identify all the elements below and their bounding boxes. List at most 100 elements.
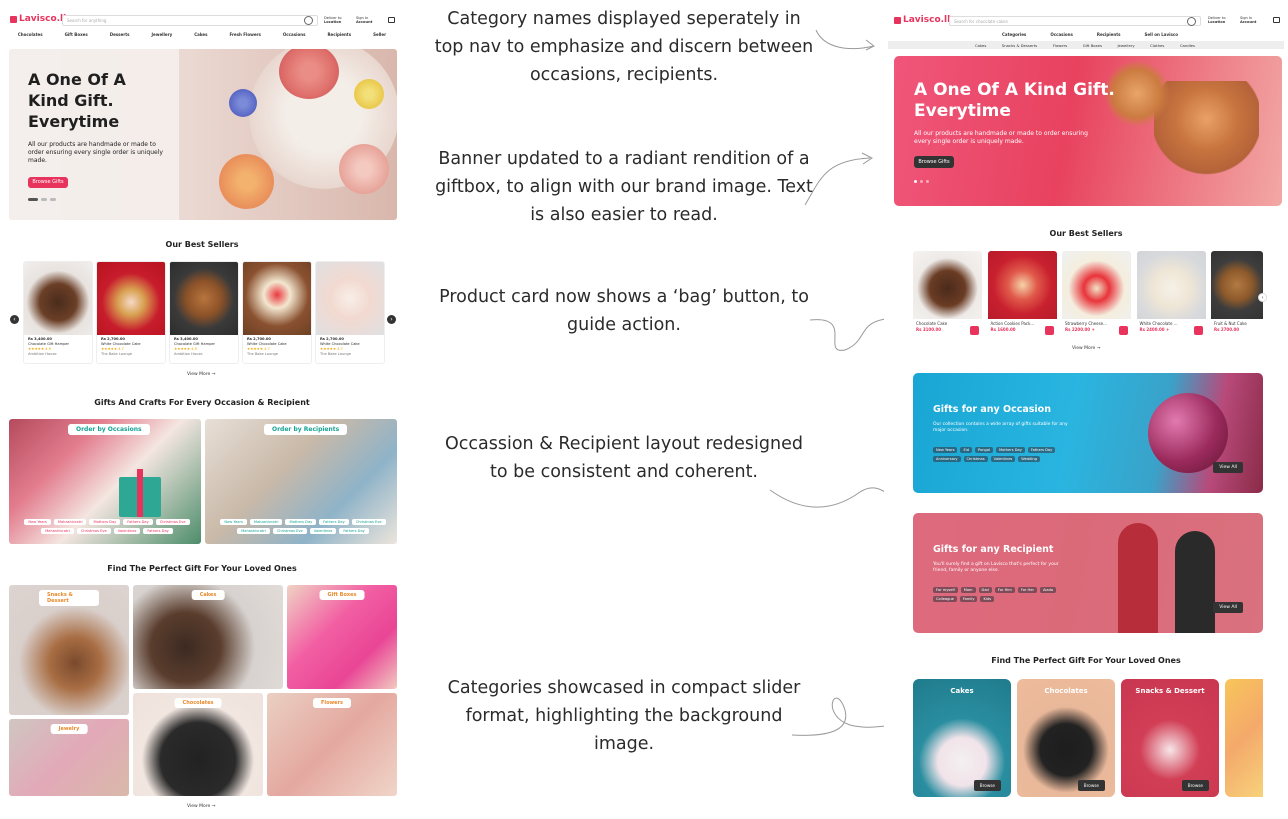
tag-chip[interactable]: Mothers Day: [996, 447, 1025, 453]
old-nav-item[interactable]: Chocolates: [18, 32, 43, 40]
new-banner-dots[interactable]: [914, 180, 929, 183]
new-subnav-item[interactable]: Cakes: [975, 43, 986, 49]
category-snacks-dessert[interactable]: Snacks & Dessert: [9, 585, 129, 715]
tag-chip[interactable]: Christmas Eve: [155, 519, 190, 525]
tag-chip[interactable]: Eid: [960, 447, 973, 453]
recipient-card[interactable]: Gifts for any Recipient You'll surely fi…: [913, 513, 1263, 633]
tag-chip[interactable]: Pongal: [975, 447, 994, 453]
search-icon[interactable]: [1187, 16, 1196, 26]
new-subnav-item[interactable]: Flowers: [1053, 43, 1068, 49]
old-view-more-link-2[interactable]: View More →: [187, 804, 215, 809]
order-by-recipients-label[interactable]: Order by Recipients: [264, 424, 348, 435]
new-deliver-to[interactable]: Deliver to Location: [1208, 16, 1226, 24]
old-nav-item[interactable]: Desserts: [110, 32, 130, 40]
tag-chip[interactable]: Christmas Eve: [351, 519, 386, 525]
product-card[interactable]: Strawberry Cheese... Rs 2200.00 +: [1062, 251, 1131, 339]
tag-chip[interactable]: For Her: [1017, 587, 1037, 593]
tag-chip[interactable]: Christmas: [963, 456, 988, 462]
tag-chip[interactable]: Family: [959, 596, 978, 602]
slide-flowers-partial[interactable]: [1225, 679, 1263, 797]
product-card[interactable]: Action Cookies Pack... Rs 1600.00: [987, 251, 1057, 339]
old-nav-item[interactable]: Gift Boxes: [65, 32, 88, 40]
old-view-more-link[interactable]: View More →: [187, 372, 215, 377]
tag-chip[interactable]: Fathers Day: [143, 528, 173, 534]
slide-cakes[interactable]: Cakes Browse: [913, 679, 1011, 797]
product-card[interactable]: Rs 3,400.00 Chocolate Gift Hamper ★★★★★ 4.…: [169, 261, 239, 364]
next-arrow-icon[interactable]: ›: [1258, 293, 1267, 302]
category-gift-boxes[interactable]: Gift Boxes: [287, 585, 397, 689]
occasion-view-all-button[interactable]: View All: [1213, 462, 1243, 473]
old-account[interactable]: Sign In Account: [356, 16, 372, 24]
tag-chip[interactable]: Mothers Day: [89, 519, 121, 525]
tag-chip[interactable]: Fathers Day: [339, 528, 369, 534]
tag-chip[interactable]: Colleague: [933, 596, 957, 602]
old-nav-item[interactable]: Jewellery: [152, 32, 173, 40]
old-occasions-card[interactable]: Order by Occasions New Years Mahashivratr…: [9, 419, 201, 544]
search-icon[interactable]: [304, 16, 313, 25]
old-nav-item[interactable]: Fresh Flowers: [229, 32, 260, 40]
tag-chip[interactable]: Valentines: [113, 528, 141, 534]
product-card[interactable]: White Chocolate ... Rs 2400.00 +: [1136, 251, 1206, 339]
new-nav-item[interactable]: Occasions: [1050, 32, 1073, 40]
tag-chip[interactable]: Mahashivratri: [237, 528, 270, 534]
category-chocolates[interactable]: Chocolates: [133, 693, 263, 796]
tag-chip[interactable]: Mom: [960, 587, 976, 593]
product-card[interactable]: Rs 2,700.00 White Chocolate Cake ★★★★★ 4.7…: [96, 261, 166, 364]
tag-chip[interactable]: Valentines: [309, 528, 337, 534]
category-jewelry[interactable]: Jewelry: [9, 719, 129, 796]
tag-chip[interactable]: Mahashivratri: [249, 519, 283, 525]
tag-chip[interactable]: Anniversary: [933, 456, 961, 462]
new-nav-item[interactable]: Recipients: [1097, 32, 1121, 40]
category-flowers[interactable]: Flowers: [267, 693, 397, 796]
tag-chip[interactable]: Wedding: [1018, 456, 1040, 462]
new-subnav-item[interactable]: Jewellery: [1117, 43, 1134, 49]
new-subnav-item[interactable]: Gift Boxes: [1083, 43, 1102, 49]
next-arrow-icon[interactable]: ›: [387, 315, 396, 324]
old-nav-item[interactable]: Cakes: [194, 32, 207, 40]
tag-chip[interactable]: Fathers Day: [123, 519, 153, 525]
new-view-more-link[interactable]: View More →: [1072, 346, 1100, 351]
old-logo[interactable]: Lavisco.lk: [10, 14, 69, 24]
occasion-card[interactable]: Gifts for any Occasion Our collection co…: [913, 373, 1263, 493]
new-subnav-item[interactable]: Snacks & Desserts: [1002, 43, 1037, 49]
new-nav-item[interactable]: Categories: [1002, 32, 1026, 40]
browse-button[interactable]: Browse: [1181, 780, 1209, 791]
slide-snacks-dessert[interactable]: Snacks & Dessert Browse: [1121, 679, 1219, 797]
browse-button[interactable]: Browse: [973, 780, 1001, 791]
new-browse-gifts-button[interactable]: Browse Gifts: [914, 156, 954, 168]
product-card[interactable]: Chocolate Cake Rs 3100.00: [913, 251, 982, 339]
tag-chip[interactable]: Mahashivratri: [53, 519, 87, 525]
new-account[interactable]: Sign In Account: [1240, 16, 1256, 24]
order-by-occasions-label[interactable]: Order by Occasions: [68, 424, 150, 435]
tag-chip[interactable]: For myself: [933, 587, 958, 593]
cart-icon[interactable]: [388, 17, 395, 23]
old-nav-item[interactable]: Seller: [373, 32, 386, 40]
old-nav-item[interactable]: Occasions: [283, 32, 306, 40]
product-card[interactable]: Rs 3,400.00 Chocolate Gift Hamper ★★★★★ 4.…: [23, 261, 93, 364]
old-nav-item[interactable]: Recipients: [327, 32, 351, 40]
tag-chip[interactable]: Fathers Day: [319, 519, 349, 525]
category-cakes[interactable]: Cakes: [133, 585, 283, 689]
tag-chip[interactable]: Christmas Eve: [272, 528, 307, 534]
tag-chip[interactable]: Mahashivratri: [41, 528, 74, 534]
new-nav-item[interactable]: Sell on Lavisco: [1145, 32, 1178, 40]
tag-chip[interactable]: Valentines: [990, 456, 1016, 462]
tag-chip[interactable]: New Years: [220, 519, 247, 525]
old-banner-dots[interactable]: [28, 198, 56, 201]
slide-chocolates[interactable]: Chocolates Browse: [1017, 679, 1115, 797]
prev-arrow-icon[interactable]: ‹: [10, 315, 19, 324]
new-subnav-item[interactable]: Candles: [1180, 43, 1195, 49]
tag-chip[interactable]: For Him: [994, 587, 1015, 593]
bag-icon[interactable]: [970, 326, 979, 335]
product-card[interactable]: Rs 2,700.00 White Chocolate Cake ★★★★★ 4.7…: [242, 261, 312, 364]
tag-chip[interactable]: Mothers Day: [285, 519, 317, 525]
new-logo[interactable]: Lavisco.lk: [894, 15, 953, 25]
bag-icon[interactable]: [1044, 326, 1054, 335]
old-recipients-card[interactable]: Order by Recipients New Years Mahashivrat…: [205, 419, 397, 544]
new-subnav-item[interactable]: Clothes: [1150, 43, 1164, 49]
product-card[interactable]: Fruit & Nut Cake Rs 2700.00: [1211, 251, 1263, 339]
tag-chip[interactable]: Fathers Day: [1027, 447, 1056, 453]
old-search-input[interactable]: Search for anything: [62, 15, 318, 26]
cart-icon[interactable]: [1273, 17, 1280, 23]
tag-chip[interactable]: Kids: [980, 596, 994, 602]
